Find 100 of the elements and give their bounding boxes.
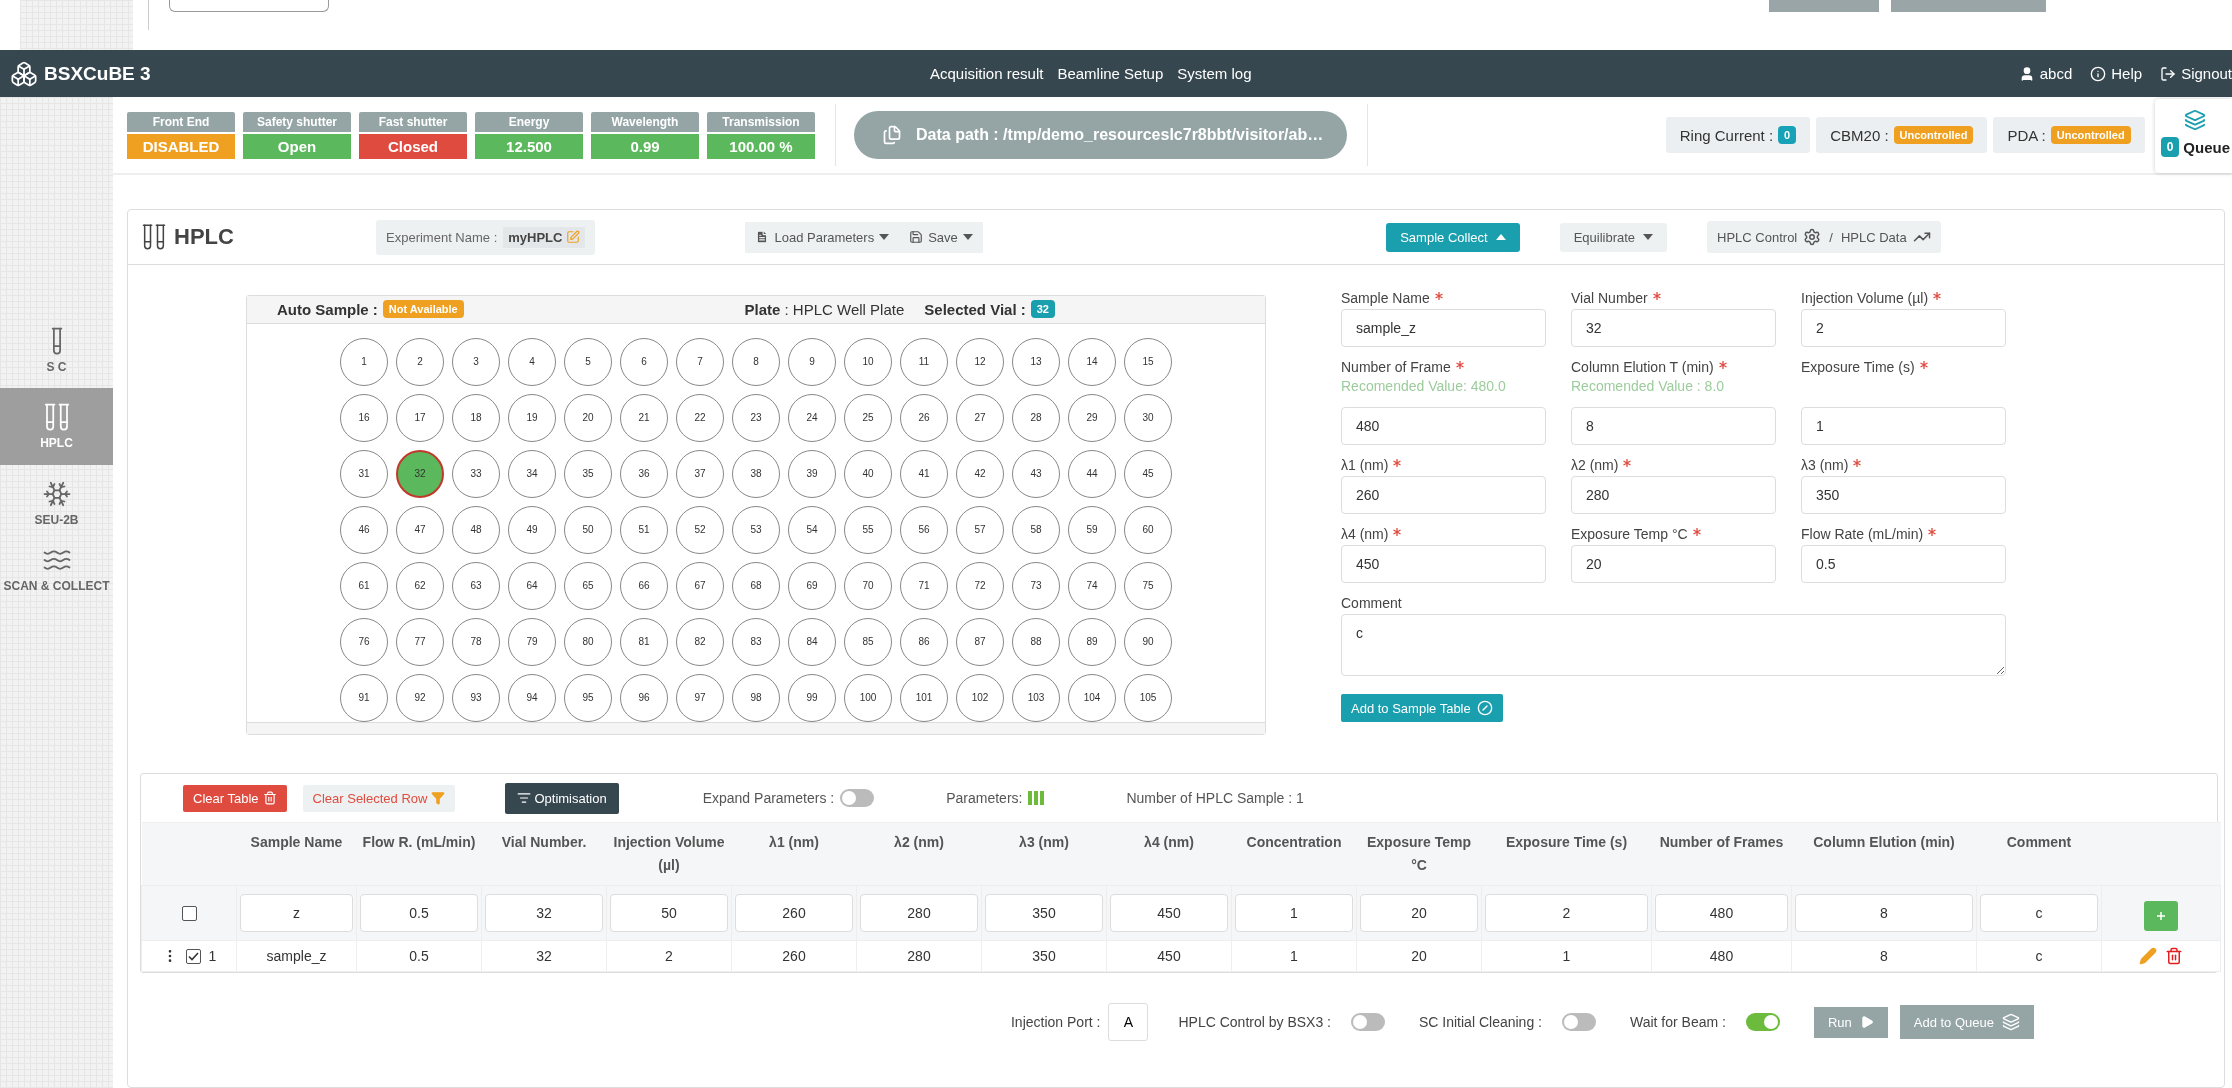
edit-icon[interactable] xyxy=(2139,947,2157,966)
cell-input[interactable]: 350 xyxy=(985,894,1103,933)
vial-well[interactable]: 65 xyxy=(564,561,612,610)
vial-well[interactable]: 100 xyxy=(844,673,892,722)
vial-well[interactable]: 38 xyxy=(732,449,780,498)
vial-well[interactable]: 69 xyxy=(788,561,836,610)
cell-input[interactable]: z xyxy=(240,894,353,933)
vial-well[interactable]: 90 xyxy=(1124,617,1172,666)
vial-well[interactable]: 57 xyxy=(956,505,1004,554)
vial-well[interactable]: 56 xyxy=(900,505,948,554)
vial-well[interactable]: 8 xyxy=(732,337,780,386)
clear-selected-row-button[interactable]: Clear Selected Row xyxy=(302,784,456,812)
vial-well[interactable]: 87 xyxy=(956,617,1004,666)
vial-well[interactable]: 2 xyxy=(396,337,444,386)
vial-well[interactable]: 73 xyxy=(1012,561,1060,610)
vial-well[interactable]: 76 xyxy=(340,617,388,666)
vial-well[interactable]: 40 xyxy=(844,449,892,498)
vial-well[interactable]: 98 xyxy=(732,673,780,722)
vial-well[interactable]: 6 xyxy=(620,337,668,386)
vial-well[interactable]: 80 xyxy=(564,617,612,666)
input-field[interactable]: 480 xyxy=(1341,407,1546,445)
vial-well[interactable]: 62 xyxy=(396,561,444,610)
vial-well[interactable]: 105 xyxy=(1124,673,1172,722)
toggle-switch[interactable] xyxy=(1351,1013,1385,1032)
vial-well[interactable]: 94 xyxy=(508,673,556,722)
sidebar-item[interactable]: SCAN & COLLECT xyxy=(0,541,113,598)
vial-well[interactable]: 7 xyxy=(676,337,724,386)
tab[interactable]: Equilibrate xyxy=(1559,222,1668,252)
vial-well[interactable]: 78 xyxy=(452,617,500,666)
vial-well[interactable]: 28 xyxy=(1012,393,1060,442)
vial-well[interactable]: 16 xyxy=(340,393,388,442)
vial-well[interactable]: 3 xyxy=(452,337,500,386)
vial-well[interactable]: 11 xyxy=(900,337,948,386)
input-field[interactable]: 2 xyxy=(1801,309,2006,347)
vial-well[interactable]: 77 xyxy=(396,617,444,666)
cell-input[interactable]: 20 xyxy=(1360,894,1478,933)
vial-well[interactable]: 104 xyxy=(1068,673,1116,722)
experiment-name-value[interactable]: myHPLC xyxy=(503,226,586,248)
cell-input[interactable]: 260 xyxy=(735,894,853,933)
vial-well[interactable]: 54 xyxy=(788,505,836,554)
vial-well[interactable]: 44 xyxy=(1068,449,1116,498)
toggle-switch[interactable] xyxy=(1561,1013,1596,1032)
vial-well[interactable]: 88 xyxy=(1012,617,1060,666)
checkbox[interactable] xyxy=(185,948,201,964)
vial-well[interactable]: 14 xyxy=(1068,337,1116,386)
input-field[interactable]: sample_z xyxy=(1341,309,1546,347)
vial-well[interactable]: 15 xyxy=(1124,337,1172,386)
cell-input[interactable]: 450 xyxy=(1110,894,1228,933)
vial-well[interactable]: 18 xyxy=(452,393,500,442)
input-field[interactable]: 260 xyxy=(1341,476,1546,514)
vial-well[interactable]: 68 xyxy=(732,561,780,610)
vial-well[interactable]: 30 xyxy=(1124,393,1172,442)
input-field[interactable]: 20 xyxy=(1571,545,1776,583)
delete-icon[interactable] xyxy=(2165,947,2183,966)
cell-input[interactable]: 8 xyxy=(1795,894,1973,933)
vial-well[interactable]: 95 xyxy=(564,673,612,722)
vial-well[interactable]: 101 xyxy=(900,673,948,722)
vial-well[interactable]: 96 xyxy=(620,673,668,722)
vial-well[interactable]: 22 xyxy=(676,393,724,442)
vial-well[interactable]: 39 xyxy=(788,449,836,498)
vial-well[interactable]: 29 xyxy=(1068,393,1116,442)
vial-well[interactable]: 23 xyxy=(732,393,780,442)
vial-well[interactable]: 71 xyxy=(900,561,948,610)
vial-well[interactable]: 81 xyxy=(620,617,668,666)
input-field[interactable]: 280 xyxy=(1571,476,1776,514)
vial-well[interactable]: 63 xyxy=(452,561,500,610)
tab[interactable]: HPLC Data xyxy=(1840,221,1931,253)
input-field[interactable]: 32 xyxy=(1571,309,1776,347)
vial-well[interactable]: 55 xyxy=(844,505,892,554)
input-field[interactable]: 1 xyxy=(1801,407,2006,445)
vial-well[interactable]: 53 xyxy=(732,505,780,554)
vial-well[interactable]: 20 xyxy=(564,393,612,442)
vial-well[interactable]: 84 xyxy=(788,617,836,666)
vial-well[interactable]: 13 xyxy=(1012,337,1060,386)
input-field[interactable]: 0.5 xyxy=(1801,545,2006,583)
signout-link[interactable]: Signout xyxy=(2160,65,2232,82)
vial-well[interactable]: 70 xyxy=(844,561,892,610)
cell-input[interactable]: 480 xyxy=(1655,894,1788,933)
vial-well[interactable]: 58 xyxy=(1012,505,1060,554)
vial-well[interactable]: 4 xyxy=(508,337,556,386)
vial-well[interactable]: 74 xyxy=(1068,561,1116,610)
help-link[interactable]: Help xyxy=(2090,65,2143,82)
sidebar-item[interactable]: S C xyxy=(0,322,113,379)
user-link[interactable]: abcd xyxy=(2018,65,2073,82)
queue-button[interactable]: 0 Queue xyxy=(2154,99,2232,173)
vial-well[interactable]: 79 xyxy=(508,617,556,666)
vial-well[interactable]: 72 xyxy=(956,561,1004,610)
vial-well[interactable]: 92 xyxy=(396,673,444,722)
vial-well[interactable]: 10 xyxy=(844,337,892,386)
vial-well[interactable]: 82 xyxy=(676,617,724,666)
vial-well[interactable]: 24 xyxy=(788,393,836,442)
vial-well[interactable]: 51 xyxy=(620,505,668,554)
vial-well[interactable]: 85 xyxy=(844,617,892,666)
toggle-switch[interactable] xyxy=(1745,1013,1780,1032)
vial-well[interactable]: 97 xyxy=(676,673,724,722)
vial-well[interactable]: 102 xyxy=(956,673,1004,722)
vial-well[interactable]: 48 xyxy=(452,505,500,554)
injection-port-field[interactable]: A xyxy=(1108,1003,1149,1042)
nav-link[interactable]: Beamline Setup xyxy=(1057,65,1164,82)
vial-well[interactable]: 5 xyxy=(564,337,612,386)
